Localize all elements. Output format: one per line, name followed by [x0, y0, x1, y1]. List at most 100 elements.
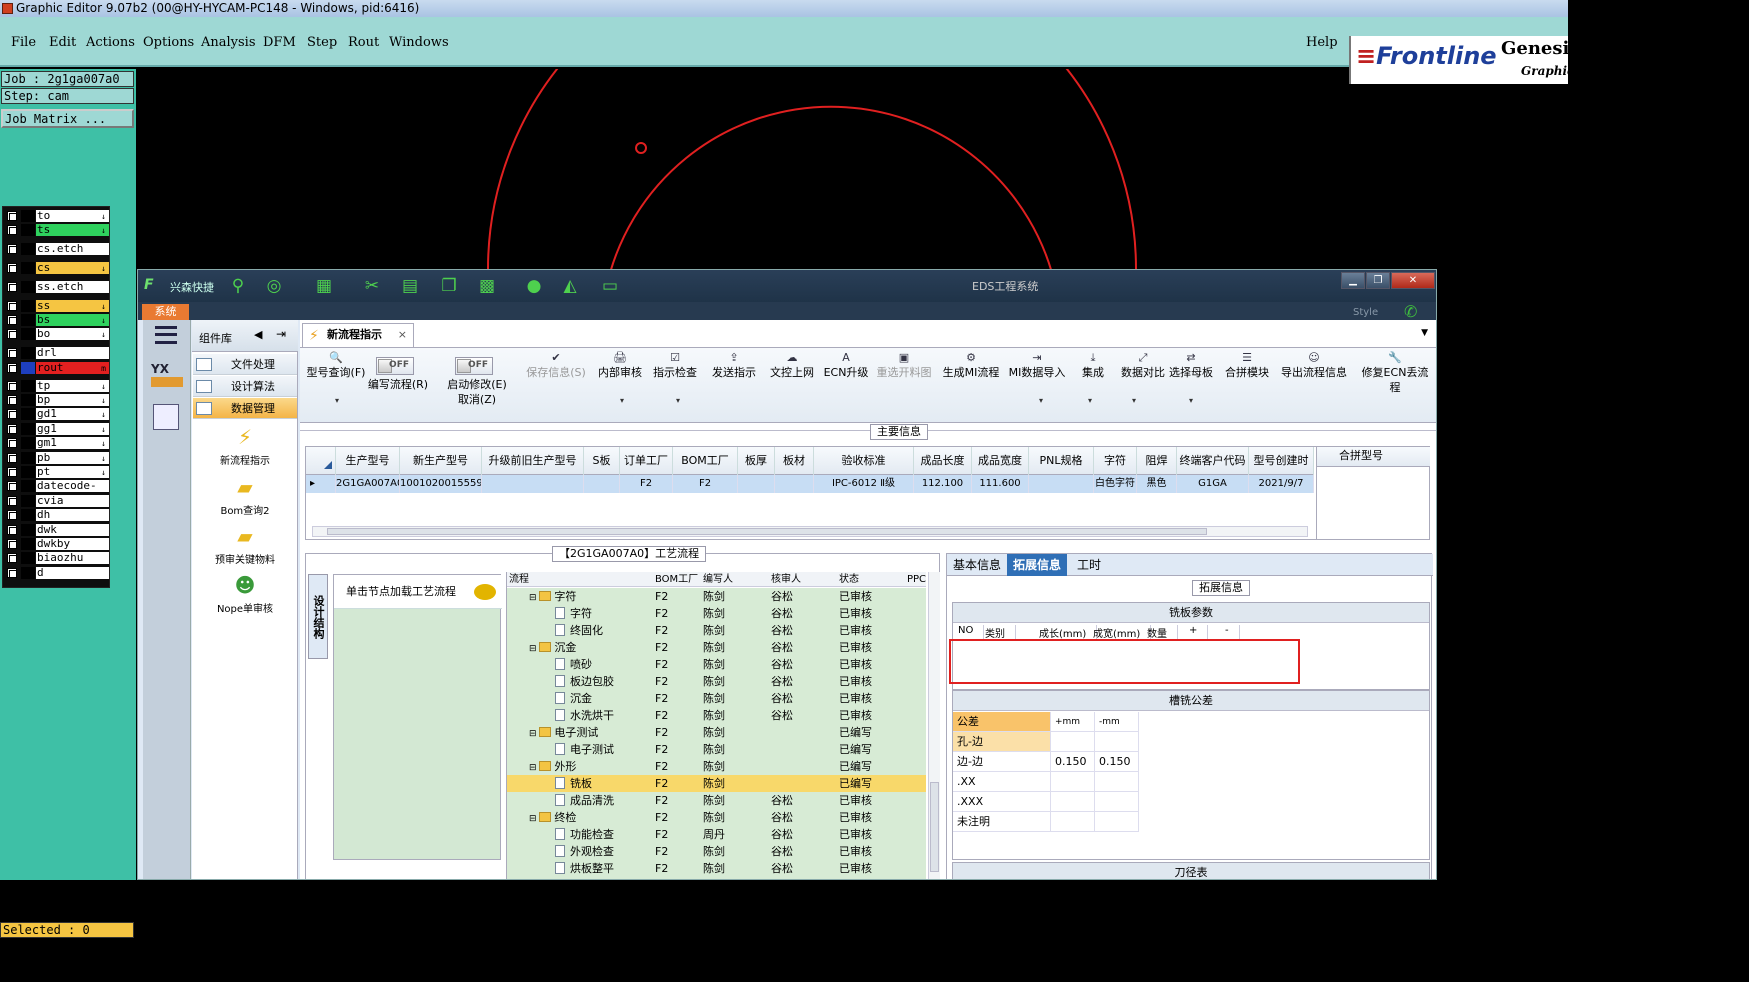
tree-node[interactable]: ⊟ 字符	[529, 588, 576, 605]
tab-new-process[interactable]: ⚡ 新流程指示 ×	[302, 323, 414, 347]
tree-node[interactable]: 字符	[555, 605, 592, 622]
table-cell[interactable]	[775, 475, 814, 493]
table-cell[interactable]: 2G1GA007A0	[336, 475, 400, 493]
layer-name[interactable]: datecode-bo	[36, 480, 109, 504]
film-icon[interactable]: ▤	[400, 276, 420, 296]
dropdown-arrow-icon[interactable]: ▾	[335, 396, 339, 405]
layer-name[interactable]: ss ↓	[36, 300, 109, 312]
layer-name[interactable]: drl	[36, 347, 109, 359]
layer-name[interactable]: dh	[36, 509, 109, 521]
tree-node[interactable]: 铣板	[555, 775, 592, 792]
table-icon[interactable]: ▦	[314, 276, 334, 296]
tree-row[interactable]: 字符 F2 陈剑 谷松 已审核	[507, 605, 926, 622]
tree-row[interactable]: 成品清洗 F2 陈剑 谷松 已审核	[507, 792, 926, 809]
minimize-button[interactable]: ▁	[1341, 272, 1365, 289]
pre-review-component[interactable]: ▰ 预审关键物料	[192, 523, 298, 566]
tree-row[interactable]: ⊟ 沉金 F2 陈剑 谷松 已审核	[507, 639, 926, 656]
dropdown-arrow-icon[interactable]: ▾	[1189, 396, 1193, 405]
ribbon-button[interactable]: 🔍 型号查询(F)	[304, 350, 368, 380]
tolerance-cell[interactable]	[1051, 732, 1095, 752]
menu-actions[interactable]: Actions	[86, 35, 135, 50]
tolerance-cell[interactable]	[1095, 772, 1139, 792]
tree-node[interactable]: 板边包胶	[555, 673, 614, 690]
dropdown-arrow-icon[interactable]: ▾	[1088, 396, 1092, 405]
table-cell[interactable]: 2021/9/7	[1249, 475, 1314, 493]
ribbon-button[interactable]: 🖨 内部审核	[597, 350, 643, 380]
tree-row[interactable]: 沉金 F2 陈剑 谷松 已审核	[507, 690, 926, 707]
layer-name[interactable]: cvia	[36, 495, 109, 507]
layer-name[interactable]: to ↓	[36, 210, 109, 222]
expand-icon[interactable]: ⊟	[529, 593, 539, 603]
tree-node[interactable]: 沉金	[555, 690, 592, 707]
factory-icon[interactable]: YX	[151, 362, 183, 392]
dropdown-arrow-icon[interactable]: ▾	[620, 396, 624, 405]
tree-row[interactable]: 水洗烘干 F2 陈剑 谷松 已审核	[507, 707, 926, 724]
ribbon-button[interactable]: ⤓ 集成	[1075, 350, 1111, 380]
tab-basic-info[interactable]: 基本信息	[947, 554, 1007, 576]
ribbon-button[interactable]: ☰ 合拼模块	[1224, 350, 1270, 380]
ribbon-button[interactable]: ⇪ 发送指示	[709, 350, 759, 380]
layer-row[interactable]: bp ↓	[3, 393, 111, 406]
tab-work-hours[interactable]: 工时	[1071, 554, 1107, 576]
maximize-button[interactable]: ❐	[1366, 272, 1390, 289]
column-header[interactable]: 阻焊	[1137, 447, 1177, 475]
layer-row[interactable]: dwk	[3, 523, 111, 536]
layer-checkbox[interactable]	[7, 329, 17, 339]
tree-node[interactable]: ⊟ 包装	[529, 877, 576, 879]
tolerance-cell[interactable]: 孔-边	[953, 732, 1051, 752]
component-design-algorithm[interactable]: 设计算法	[193, 376, 297, 397]
column-header[interactable]: PNL规格	[1029, 447, 1094, 475]
layer-row[interactable]: pt ↓	[3, 465, 111, 478]
style-label[interactable]: Style	[1353, 307, 1378, 318]
layer-checkbox[interactable]	[7, 510, 17, 520]
ribbon-button[interactable]: ⤢ 数据对比	[1119, 350, 1167, 380]
table-cell[interactable]: G1GA	[1177, 475, 1249, 493]
component-file-processing[interactable]: 文件处理	[193, 354, 297, 375]
tree-node[interactable]: ⊟ 电子测试	[529, 724, 598, 741]
expand-icon[interactable]: ⊟	[529, 729, 539, 739]
layer-row[interactable]: ss.etch	[3, 280, 111, 293]
tree-row[interactable]: ⊟ 外形 F2 陈剑 已编写	[507, 758, 926, 775]
copy-icon[interactable]: ❐	[439, 276, 459, 296]
job-matrix-button[interactable]: Job Matrix ...	[1, 109, 134, 128]
layer-row[interactable]: cs ↓	[3, 261, 111, 274]
lifebuoy-icon[interactable]: ◎	[264, 276, 284, 296]
tree-node[interactable]: ⊟ 终检	[529, 809, 576, 826]
layer-row[interactable]: dwkby	[3, 537, 111, 550]
tree-row[interactable]: 板边包胶 F2 陈剑 谷松 已审核	[507, 673, 926, 690]
layer-row[interactable]: bs ↓	[3, 313, 111, 326]
layer-name[interactable]: ts ↓	[36, 224, 109, 236]
layer-checkbox[interactable]	[7, 263, 17, 273]
tree-row[interactable]: ⊟ 字符 F2 陈剑 谷松 已审核	[507, 588, 926, 605]
layer-checkbox[interactable]	[7, 409, 17, 419]
tolerance-cell[interactable]	[1051, 772, 1095, 792]
column-header[interactable]: 板材	[775, 447, 814, 475]
scissors-icon[interactable]: ✂	[362, 276, 382, 296]
tree-column-header[interactable]: BOM工厂	[655, 572, 698, 587]
ribbon-button[interactable]: ⚙ 生成MI流程	[941, 350, 1001, 380]
layer-checkbox[interactable]	[7, 348, 17, 358]
layer-row[interactable]: to ↓	[3, 209, 111, 222]
layer-row[interactable]: datecode-bo	[3, 479, 111, 504]
layer-row[interactable]: tp ↓	[3, 379, 111, 392]
scroll-thumb[interactable]	[327, 528, 1207, 535]
tree-row[interactable]: 电子测试 F2 陈剑 已编写	[507, 741, 926, 758]
menu-file[interactable]: File	[11, 35, 36, 50]
layer-checkbox[interactable]	[7, 553, 17, 563]
calculator-icon[interactable]	[153, 404, 179, 430]
menu-windows[interactable]: Windows	[389, 35, 449, 50]
column-header[interactable]: 板厚	[738, 447, 775, 475]
tree-node[interactable]: 外观检查	[555, 843, 614, 860]
phone-icon[interactable]: ✆	[1404, 302, 1417, 321]
column-header[interactable]: 生产型号	[336, 447, 400, 475]
tree-row[interactable]: ⊟ 终检 F2 陈剑 谷松 已审核	[507, 809, 926, 826]
layer-checkbox[interactable]	[7, 363, 17, 373]
layer-checkbox[interactable]	[7, 225, 17, 235]
tree-column-header[interactable]: PPC	[907, 572, 926, 587]
ribbon-button[interactable]: ⇥ MI数据导入	[1008, 350, 1066, 380]
layer-row[interactable]: cs.etch	[3, 242, 111, 255]
layer-checkbox[interactable]	[7, 568, 17, 578]
menu-help[interactable]: Help	[1306, 35, 1338, 50]
chevron-left-icon[interactable]: ◀	[254, 328, 262, 341]
layer-name[interactable]: d	[36, 567, 109, 579]
